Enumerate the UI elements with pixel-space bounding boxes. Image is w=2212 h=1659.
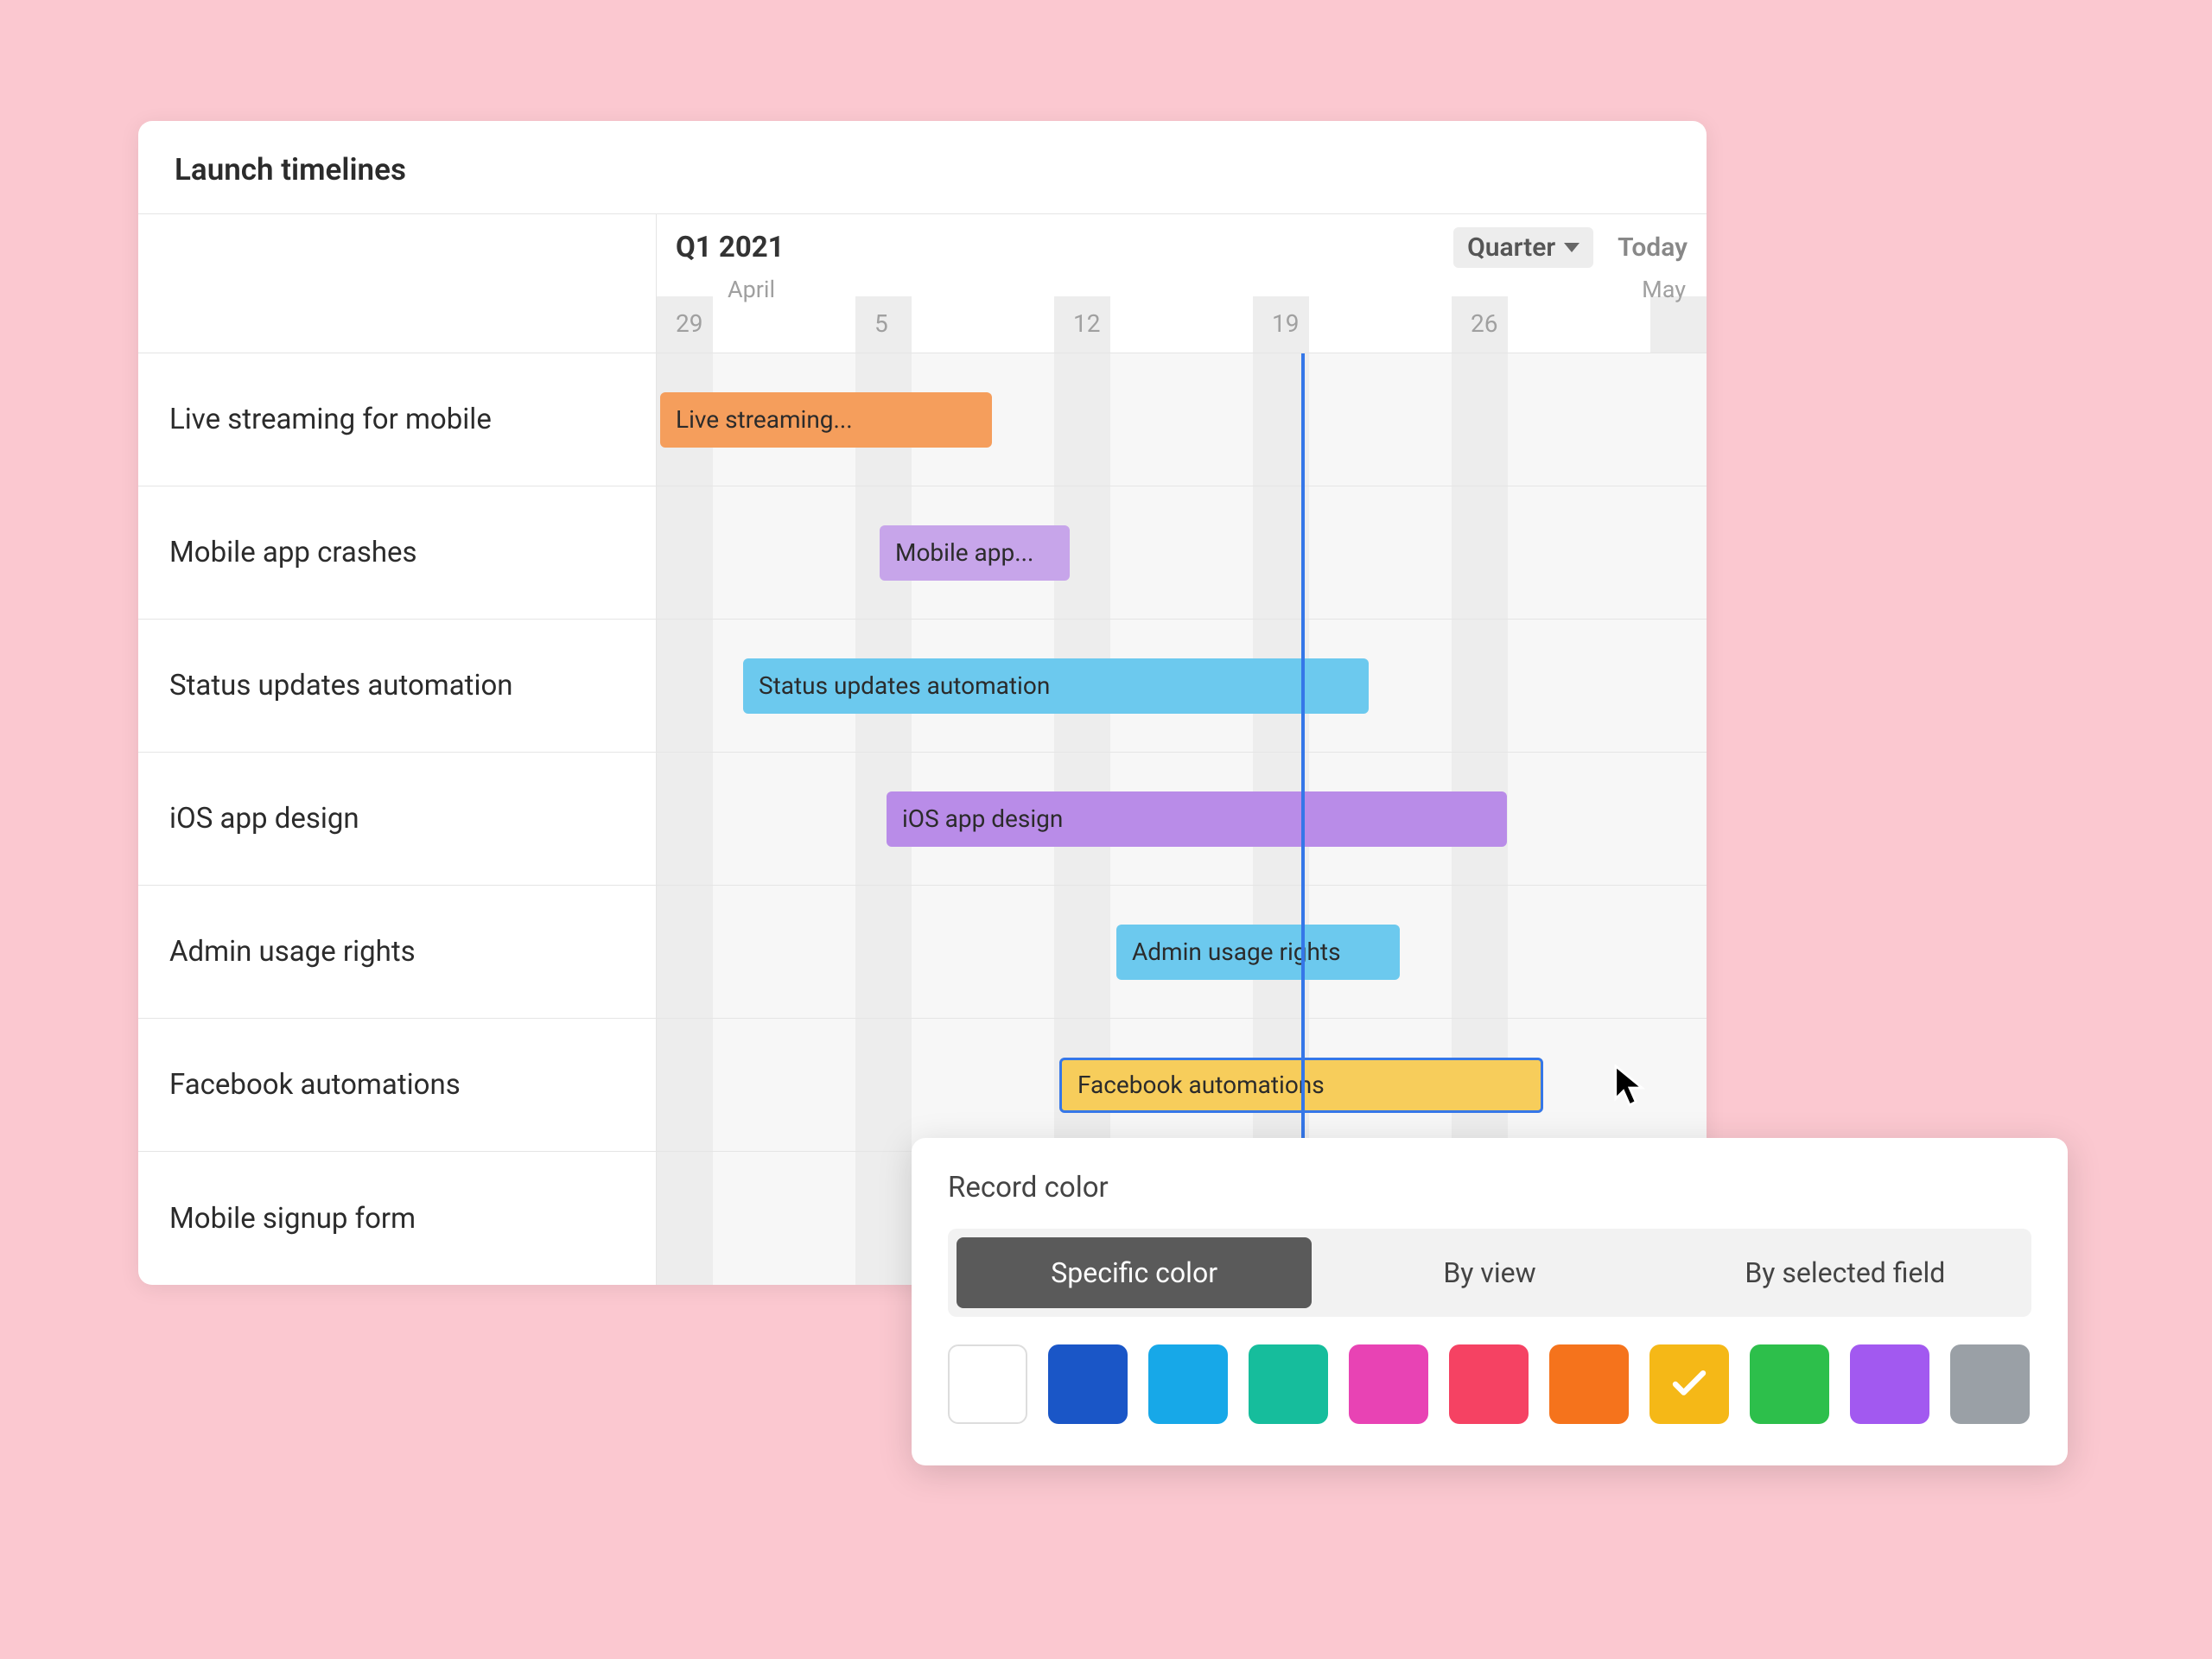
record-color-popup: Record color Specific color By view By s… [912,1138,2068,1465]
task-bar-facebook-automations[interactable]: Facebook automations [1059,1058,1543,1113]
tab-by-selected-field[interactable]: By selected field [1668,1237,2023,1308]
swatch-blue-light[interactable] [1148,1344,1228,1424]
task-bar-cell: Facebook automations [657,1019,1707,1152]
task-bar-mobile-crashes[interactable]: Mobile app... [880,525,1070,581]
swatch-green[interactable] [1750,1344,1829,1424]
timeline-grid: Q1 2021 Quarter Today April May 29 5 12 … [138,213,1707,1285]
window-title: Launch timelines [138,121,1707,213]
task-bar-admin-rights[interactable]: Admin usage rights [1116,925,1400,980]
task-label[interactable]: Mobile signup form [138,1152,657,1285]
tab-specific-color[interactable]: Specific color [957,1237,1312,1308]
today-button[interactable]: Today [1618,232,1688,263]
popup-title: Record color [948,1171,2031,1205]
chevron-down-icon [1564,243,1580,252]
swatch-blue-dark[interactable] [1048,1344,1128,1424]
task-bar-live-streaming[interactable]: Live streaming... [660,392,992,448]
task-label[interactable]: Facebook automations [138,1019,657,1152]
checkmark-icon [1672,1370,1707,1398]
swatch-orange[interactable] [1549,1344,1629,1424]
timeline-window: Launch timelines Q1 2021 Quarter Today A… [138,121,1707,1285]
swatch-gray[interactable] [1950,1344,2030,1424]
swatch-teal[interactable] [1249,1344,1328,1424]
month-may: May [1642,276,1686,303]
swatch-pink[interactable] [1349,1344,1428,1424]
task-label[interactable]: Admin usage rights [138,886,657,1019]
color-tabs: Specific color By view By selected field [948,1229,2031,1317]
dropdown-label: Quarter [1467,232,1555,263]
swatch-yellow[interactable] [1649,1344,1729,1424]
date-label: 12 [1073,309,1272,338]
date-label: 19 [1272,309,1471,338]
task-label[interactable]: Mobile app crashes [138,486,657,620]
cursor-icon [1614,1065,1645,1106]
month-april: April [728,276,775,303]
task-bar-cell: Live streaming... [657,353,1707,486]
swatch-red[interactable] [1449,1344,1529,1424]
date-label: 26 [1471,309,1669,338]
swatch-purple[interactable] [1850,1344,1929,1424]
color-swatches [948,1344,2031,1424]
swatch-white[interactable] [948,1344,1027,1424]
task-bar-cell: Status updates automation [657,620,1707,753]
task-label[interactable]: Status updates automation [138,620,657,753]
quarter-label: Q1 2021 [676,231,785,264]
timeline-header: Q1 2021 Quarter Today April May 29 5 12 … [657,213,1707,353]
task-label[interactable]: Live streaming for mobile [138,353,657,486]
month-row: April May [676,273,1688,306]
task-bar-cell: Mobile app... [657,486,1707,620]
task-bar-ios-design[interactable]: iOS app design [887,791,1507,847]
date-label: 5 [874,309,1073,338]
task-bar-status-updates[interactable]: Status updates automation [743,658,1369,714]
dates-row: 29 5 12 19 26 [676,309,1688,338]
tab-by-view[interactable]: By view [1312,1237,1667,1308]
quarter-dropdown[interactable]: Quarter [1453,227,1593,268]
task-bar-cell: Admin usage rights [657,886,1707,1019]
header-left-empty [138,213,657,353]
task-bar-cell: iOS app design [657,753,1707,886]
date-label: 29 [676,309,874,338]
task-label[interactable]: iOS app design [138,753,657,886]
